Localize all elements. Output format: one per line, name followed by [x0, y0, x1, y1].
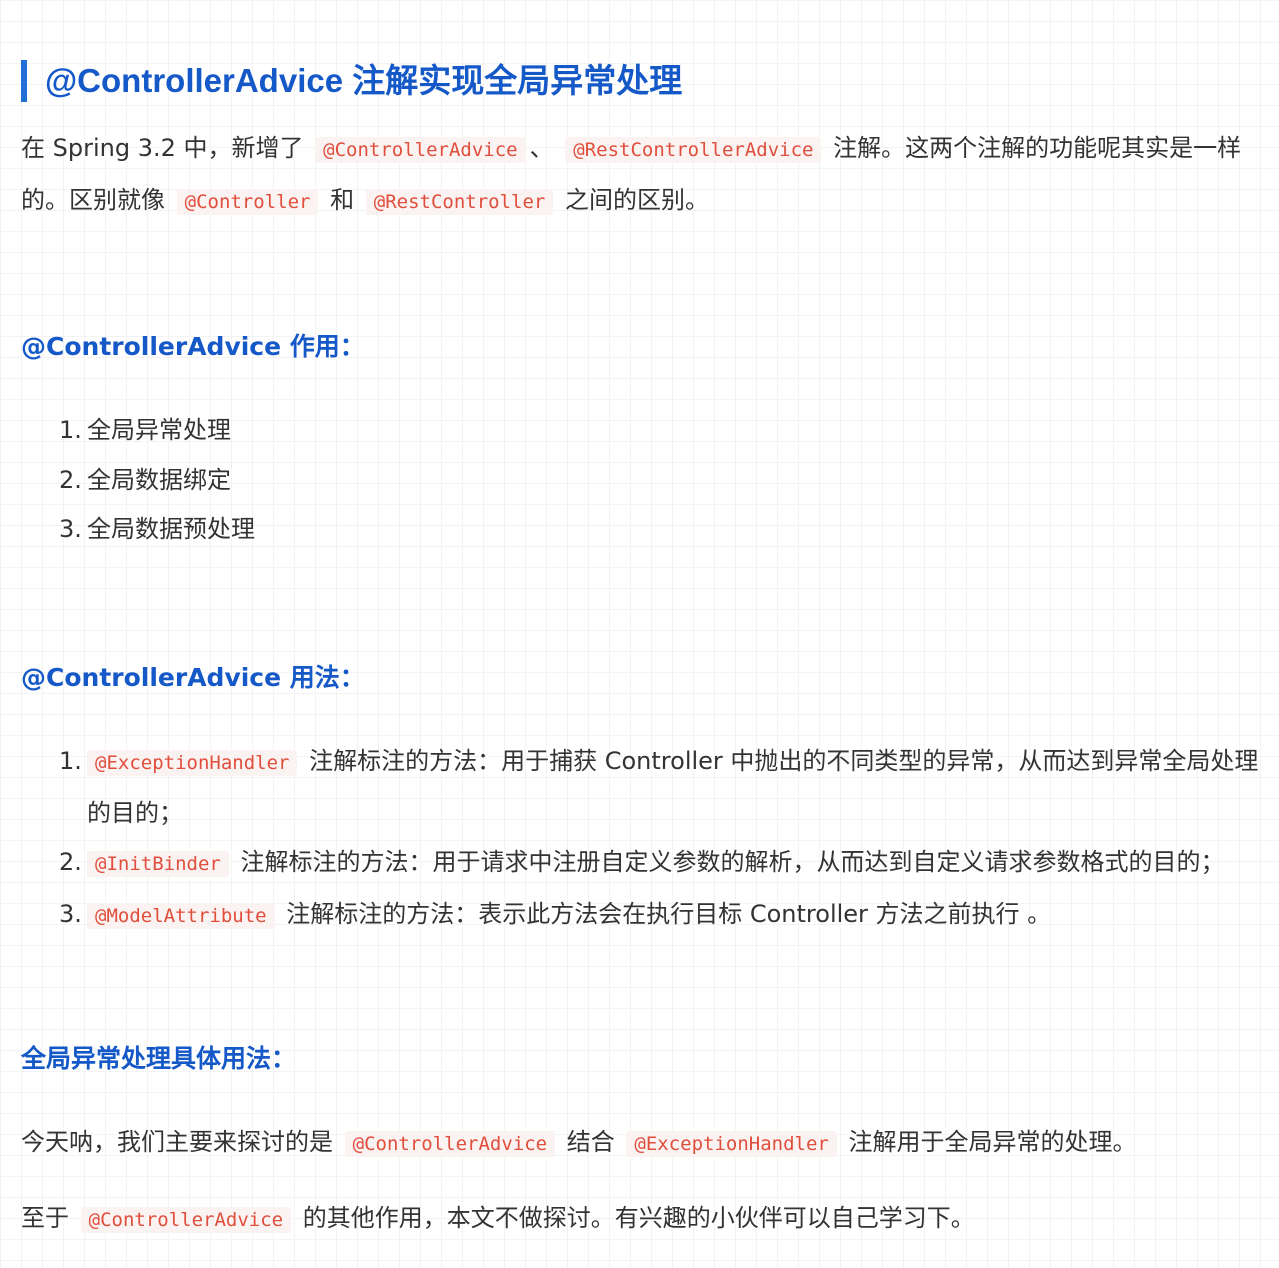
intro-paragraph: 在 Spring 3.2 中，新增了 @ControllerAdvice、 @R… — [21, 123, 1266, 227]
usage-item-text: 注解标注的方法：表示此方法会在执行目标 Controller 方法之前执行 。 — [286, 899, 1052, 928]
usage-list: 1. @ExceptionHandler 注解标注的方法：用于捕获 Control… — [21, 737, 1266, 941]
usage-heading: @ControllerAdvice 用法： — [21, 663, 365, 693]
detail-text: 注解用于全局异常的处理。 — [848, 1128, 1137, 1156]
purpose-item: 1. 全局异常处理 — [59, 406, 1266, 456]
intro-text-4: 之间的区别。 — [565, 186, 709, 214]
code-exception-handler: @ExceptionHandler — [87, 750, 298, 776]
detail-text: 的其他作用，本文不做探讨。有兴趣的小伙伴可以自己学习下。 — [302, 1204, 975, 1232]
code-exception-handler: @ExceptionHandler — [626, 1131, 837, 1157]
code-rest-controller: @RestController — [365, 189, 554, 215]
purpose-list: 1. 全局异常处理 2. 全局数据绑定 3. 全局数据预处理 — [21, 406, 1266, 555]
intro-text-1: 在 Spring 3.2 中，新增了 — [21, 134, 304, 162]
detail-text: 至于 — [21, 1204, 69, 1232]
usage-item: 2. @InitBinder 注解标注的方法：用于请求中注册自定义参数的解析，从而… — [59, 838, 1266, 890]
intro-separator: 、 — [529, 134, 554, 162]
usage-item: 1. @ExceptionHandler 注解标注的方法：用于捕获 Control… — [59, 737, 1266, 838]
code-model-attribute: @ModelAttribute — [87, 902, 275, 929]
list-number: 2. — [59, 848, 82, 876]
code-init-binder: @InitBinder — [87, 851, 229, 877]
list-number: 1. — [59, 416, 82, 444]
purpose-item: 3. 全局数据预处理 — [59, 505, 1266, 555]
list-number: 1. — [59, 747, 82, 775]
detail-text: 今天呐，我们主要来探讨的是 — [21, 1128, 333, 1156]
detail-paragraph-2: 至于 @ControllerAdvice 的其他作用，本文不做探讨。有兴趣的小伙… — [21, 1193, 1266, 1245]
list-number: 2. — [59, 465, 82, 494]
purpose-heading: @ControllerAdvice 作用： — [21, 332, 365, 362]
list-number: 3. — [59, 515, 82, 543]
purpose-item-text: 全局异常处理 — [87, 416, 231, 444]
usage-item: 3. @ModelAttribute 注解标注的方法：表示此方法会在执行目标 Co… — [59, 890, 1266, 942]
code-controller-advice: @ControllerAdvice — [80, 1207, 292, 1233]
list-number: 3. — [59, 899, 82, 928]
detail-paragraph-1: 今天呐，我们主要来探讨的是 @ControllerAdvice 结合 @Exce… — [21, 1117, 1266, 1169]
intro-text-3: 和 — [330, 186, 355, 214]
purpose-item-text: 全局数据绑定 — [87, 465, 231, 494]
purpose-item-text: 全局数据预处理 — [87, 515, 255, 543]
detail-heading: 全局异常处理具体用法： — [21, 1044, 297, 1074]
code-controller-advice: @ControllerAdvice — [315, 137, 526, 163]
code-controller: @Controller — [176, 189, 319, 215]
purpose-item: 2. 全局数据绑定 — [59, 456, 1266, 506]
code-rest-controller-advice: @RestControllerAdvice — [565, 137, 822, 163]
detail-text: 结合 — [566, 1128, 615, 1156]
page-title: @ControllerAdvice 注解实现全局异常处理 — [21, 60, 682, 103]
usage-item-text: 注解标注的方法：用于请求中注册自定义参数的解析，从而达到自定义请求参数格式的目的… — [240, 848, 1225, 876]
code-controller-advice: @ControllerAdvice — [344, 1131, 556, 1157]
